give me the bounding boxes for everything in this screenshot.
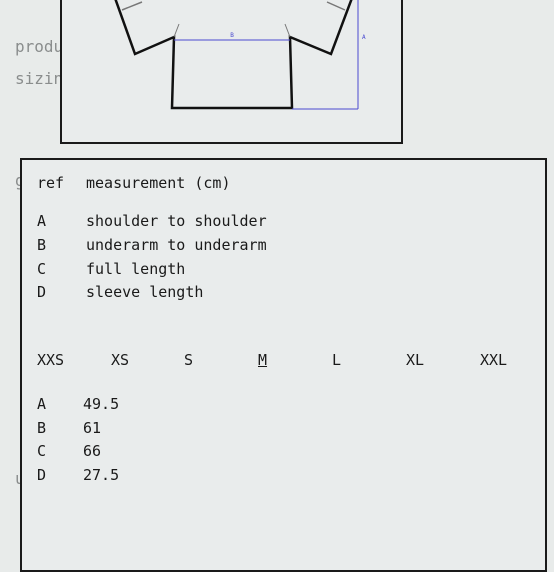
label-a: A (362, 34, 366, 41)
size-option-xl[interactable]: XL (406, 351, 424, 369)
size-diagram: B A (60, 0, 403, 144)
measurement-header: measurement (cm) (86, 174, 231, 192)
value: 27.5 (83, 466, 120, 484)
label-b: B (230, 32, 234, 39)
ref-letter: C (37, 260, 47, 278)
value: 61 (83, 419, 102, 437)
size-option-xxl[interactable]: XXL (480, 351, 507, 369)
size-option-s[interactable]: S (184, 351, 193, 369)
value: 49.5 (83, 395, 120, 413)
ref-label: underarm to underarm (86, 236, 267, 254)
tshirt-diagram: B A (114, 0, 366, 110)
ref-letter: B (37, 236, 47, 254)
background-text: sizin (15, 69, 64, 88)
ref-label: sleeve length (86, 283, 204, 301)
background-text: produ (15, 37, 64, 56)
ref-letter: D (37, 283, 47, 301)
ref-header: ref (37, 174, 65, 192)
ref-label: full length (86, 260, 186, 278)
size-option-m[interactable]: M (258, 351, 267, 369)
value: 66 (83, 442, 102, 460)
size-option-xxs[interactable]: XXS (37, 351, 64, 369)
value-ref: B (37, 419, 47, 437)
size-option-xs[interactable]: XS (111, 351, 129, 369)
value-ref: C (37, 442, 47, 460)
value-ref: A (37, 395, 47, 413)
value-ref: D (37, 466, 47, 484)
size-chart: ref measurement (cm) A shoulder to shoul… (20, 158, 547, 572)
ref-letter: A (37, 212, 47, 230)
ref-label: shoulder to shoulder (86, 212, 267, 230)
size-option-l[interactable]: L (332, 351, 341, 369)
